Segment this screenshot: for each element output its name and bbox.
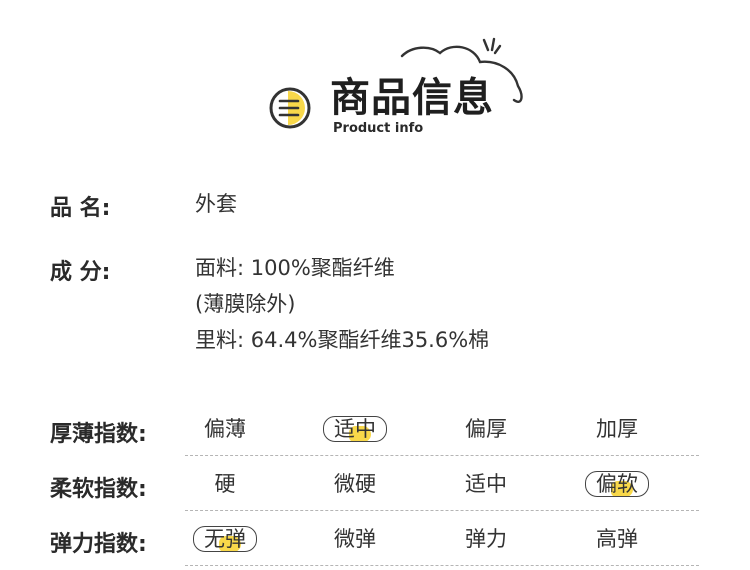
elasticity-index-option-selected: 无弹 bbox=[185, 524, 265, 554]
elasticity-index-option: 弹力 bbox=[446, 524, 526, 554]
thickness-index-option: 偏厚 bbox=[446, 414, 526, 444]
elasticity-index-label: 弹力指数: bbox=[50, 532, 147, 557]
selection-pill bbox=[585, 471, 649, 497]
dashed-divider bbox=[185, 455, 699, 456]
option-label: 微弹 bbox=[334, 527, 376, 551]
option-label: 加厚 bbox=[596, 417, 638, 441]
elasticity-index-option: 高弹 bbox=[577, 524, 657, 554]
page-title: 商品信息 bbox=[330, 75, 494, 121]
option-label: 偏薄 bbox=[204, 417, 246, 441]
selection-pill bbox=[193, 526, 257, 552]
elasticity-index-option: 微弹 bbox=[315, 524, 395, 554]
softness-index-option: 适中 bbox=[446, 469, 526, 499]
product-name-value: 外套 bbox=[195, 192, 237, 216]
thickness-index-option: 偏薄 bbox=[185, 414, 265, 444]
softness-index-option: 硬 bbox=[185, 469, 265, 499]
composition-line-2: (薄膜除外) bbox=[195, 292, 296, 316]
dashed-divider bbox=[185, 565, 699, 566]
option-label: 弹力 bbox=[465, 527, 507, 551]
softness-index-option-selected: 偏软 bbox=[577, 469, 657, 499]
softness-index-row: 柔软指数: 硬 微硬 适中 偏软 bbox=[0, 463, 750, 511]
page-subtitle: Product info bbox=[333, 121, 424, 136]
header: 商品信息 Product info bbox=[0, 0, 750, 150]
composition-line-3: 里料: 64.4%聚酯纤维35.6%棉 bbox=[195, 328, 490, 352]
composition-label: 成 分: bbox=[50, 260, 111, 285]
option-label: 适中 bbox=[465, 472, 507, 496]
thickness-index-label: 厚薄指数: bbox=[50, 422, 147, 447]
elasticity-index-row: 弹力指数: 无弹 微弹 弹力 高弹 bbox=[0, 518, 750, 566]
product-name-label: 品 名: bbox=[50, 196, 111, 221]
softness-index-label: 柔软指数: bbox=[50, 477, 147, 502]
option-label: 高弹 bbox=[596, 527, 638, 551]
softness-index-option: 微硬 bbox=[315, 469, 395, 499]
composition-line-1: 面料: 100%聚酯纤维 bbox=[195, 256, 395, 280]
option-label: 偏厚 bbox=[465, 417, 507, 441]
selection-pill bbox=[323, 416, 387, 442]
thickness-index-option: 加厚 bbox=[577, 414, 657, 444]
thickness-index-row: 厚薄指数: 偏薄 适中 偏厚 加厚 bbox=[0, 408, 750, 456]
menu-circle-icon bbox=[269, 87, 311, 129]
dashed-divider bbox=[185, 510, 699, 511]
thickness-index-option-selected: 适中 bbox=[315, 414, 395, 444]
option-label: 硬 bbox=[214, 472, 236, 496]
option-label: 微硬 bbox=[334, 472, 376, 496]
